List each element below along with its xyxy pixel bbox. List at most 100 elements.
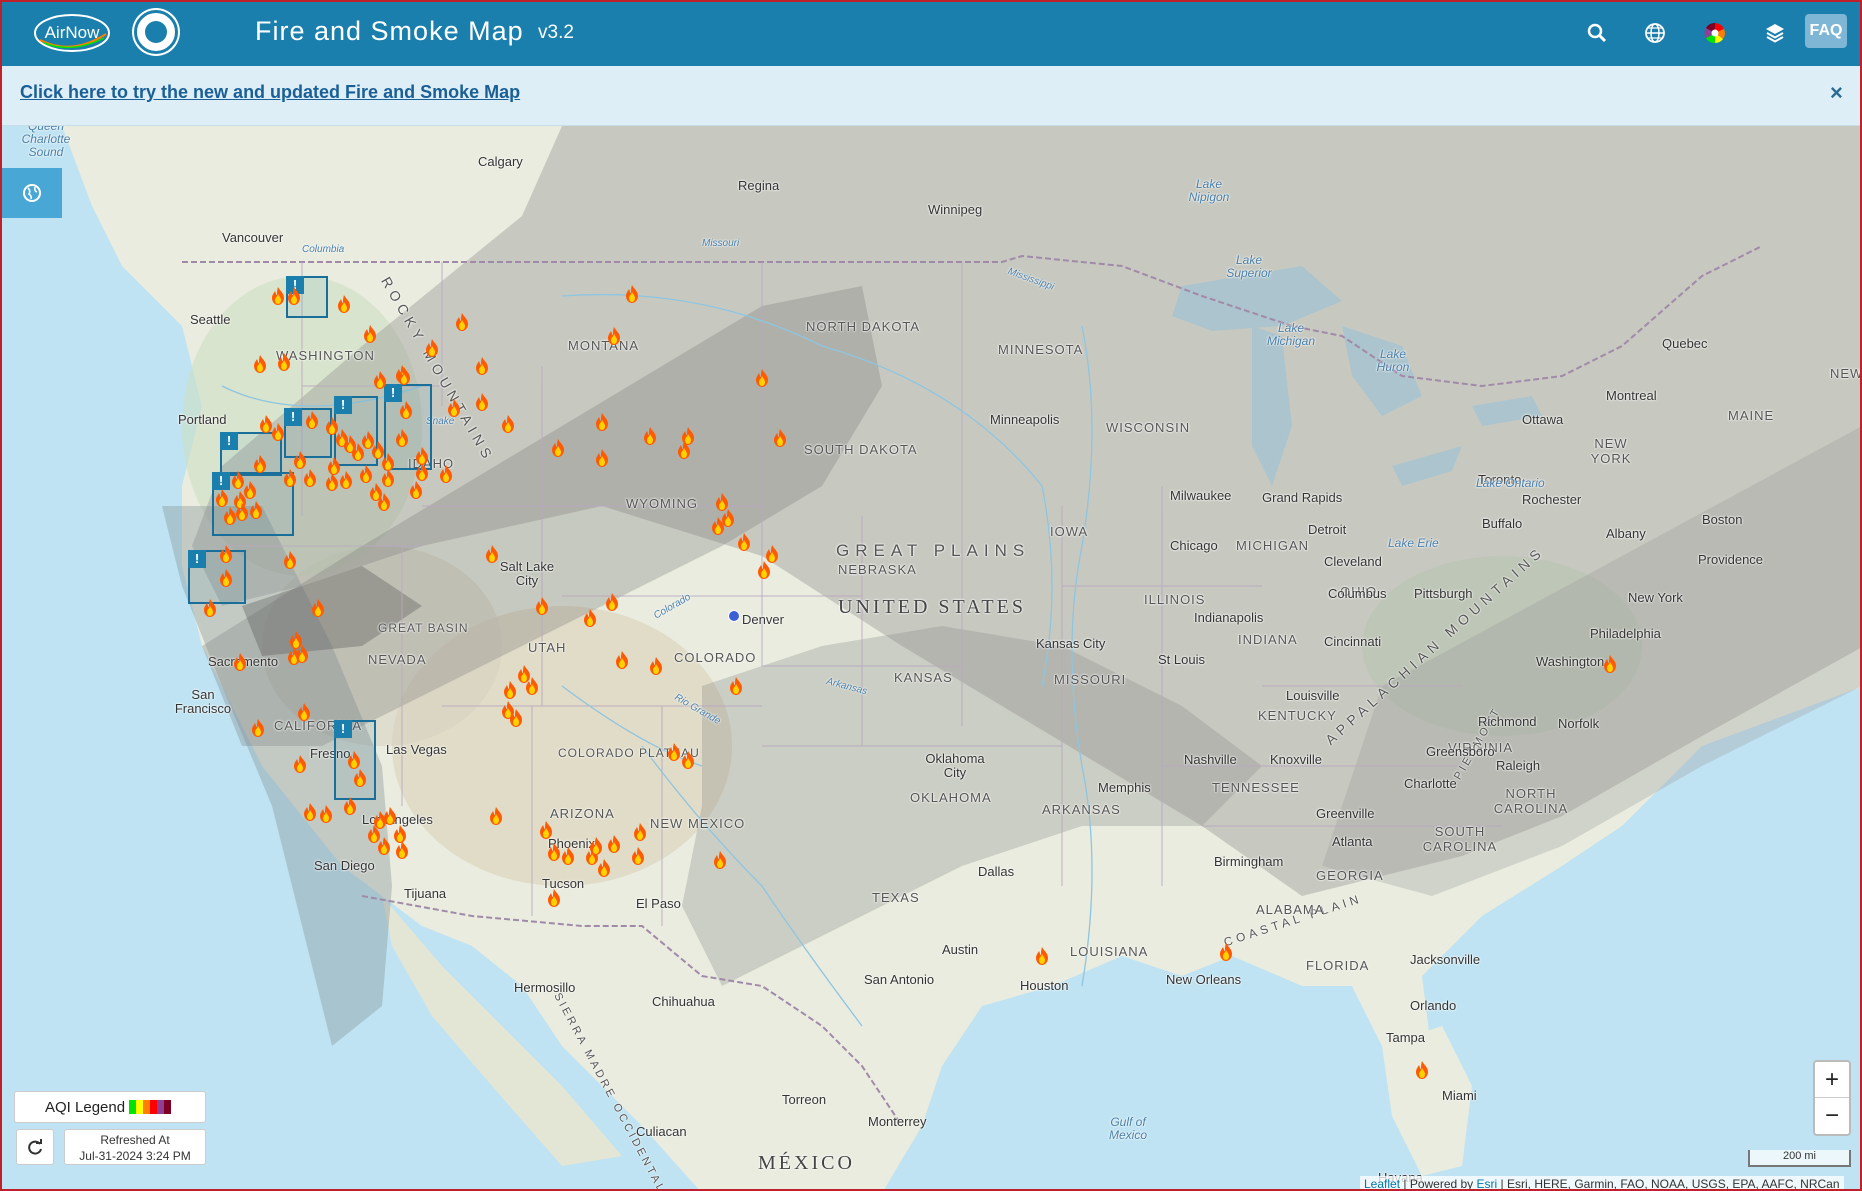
fire-icon[interactable]	[305, 411, 319, 429]
fire-icon[interactable]	[439, 465, 453, 483]
fire-icon[interactable]	[509, 709, 523, 727]
fire-icon[interactable]	[425, 339, 439, 357]
fire-icon[interactable]	[649, 657, 663, 675]
fire-icon[interactable]	[223, 507, 237, 525]
fire-icon[interactable]	[327, 457, 341, 475]
fire-icon[interactable]	[643, 427, 657, 445]
sensor-marker[interactable]	[728, 610, 740, 622]
aqi-legend-button[interactable]: AQI Legend	[14, 1091, 206, 1123]
airnow-logo[interactable]: AirNow	[32, 10, 112, 56]
fire-icon[interactable]	[395, 429, 409, 447]
fire-icon[interactable]	[455, 313, 469, 331]
fire-icon[interactable]	[303, 803, 317, 821]
fire-icon[interactable]	[501, 415, 515, 433]
fire-icon[interactable]	[293, 451, 307, 469]
fire-icon[interactable]	[233, 653, 247, 671]
fire-icon[interactable]	[1219, 943, 1233, 961]
fire-icon[interactable]	[589, 837, 603, 855]
fire-icon[interactable]	[667, 743, 681, 761]
fire-icon[interactable]	[607, 835, 621, 853]
fire-icon[interactable]	[283, 469, 297, 487]
fire-icon[interactable]	[283, 551, 297, 569]
fire-icon[interactable]	[235, 503, 249, 521]
fire-icon[interactable]	[539, 821, 553, 839]
fire-icon[interactable]	[293, 755, 307, 773]
fire-icon[interactable]	[1415, 1061, 1429, 1079]
fire-icon[interactable]	[489, 807, 503, 825]
zoom-in-button[interactable]: +	[1815, 1062, 1849, 1098]
fire-icon[interactable]	[409, 481, 423, 499]
fire-icon[interactable]	[535, 597, 549, 615]
fire-icon[interactable]	[353, 769, 367, 787]
fire-icon[interactable]	[773, 429, 787, 447]
layers-icon[interactable]	[1756, 14, 1794, 52]
fire-icon[interactable]	[595, 449, 609, 467]
fire-icon[interactable]	[475, 357, 489, 375]
fire-icon[interactable]	[547, 889, 561, 907]
fire-icon[interactable]	[373, 371, 387, 389]
fire-icon[interactable]	[319, 805, 333, 823]
fire-icon[interactable]	[737, 533, 751, 551]
fire-icon[interactable]	[607, 327, 621, 345]
fire-icon[interactable]	[243, 481, 257, 499]
fire-icon[interactable]	[597, 859, 611, 877]
fire-icon[interactable]	[295, 645, 309, 663]
fire-icon[interactable]	[633, 823, 647, 841]
fire-icon[interactable]	[551, 439, 565, 457]
fire-icon[interactable]	[251, 719, 265, 737]
fire-icon[interactable]	[277, 353, 291, 371]
fire-icon[interactable]	[631, 847, 645, 865]
new-map-link[interactable]: Click here to try the new and updated Fi…	[20, 82, 520, 103]
esri-link[interactable]: Esri	[1477, 1177, 1498, 1189]
fire-icon[interactable]	[605, 593, 619, 611]
fire-icon[interactable]	[681, 751, 695, 769]
fire-icon[interactable]	[547, 843, 561, 861]
fire-icon[interactable]	[485, 545, 499, 563]
fire-icon[interactable]	[311, 599, 325, 617]
search-icon[interactable]	[1578, 14, 1616, 52]
fire-icon[interactable]	[1035, 947, 1049, 965]
fire-icon[interactable]	[503, 681, 517, 699]
map-canvas[interactable]: UNITED STATES MÉXICO GREAT PLAINS GREAT …	[2, 126, 1860, 1189]
fire-icon[interactable]	[383, 807, 397, 825]
fire-icon[interactable]	[615, 651, 629, 669]
globe-icon[interactable]	[1636, 14, 1674, 52]
fire-icon[interactable]	[203, 599, 217, 617]
fire-icon[interactable]	[325, 473, 339, 491]
fire-icon[interactable]	[595, 413, 609, 431]
fire-icon[interactable]	[755, 369, 769, 387]
fire-icon[interactable]	[757, 561, 771, 579]
fire-icon[interactable]	[525, 677, 539, 695]
fire-icon[interactable]	[729, 677, 743, 695]
banner-close-button[interactable]: ×	[1830, 80, 1843, 106]
fire-icon[interactable]	[303, 469, 317, 487]
fire-icon[interactable]	[583, 609, 597, 627]
refresh-button[interactable]	[16, 1129, 54, 1165]
color-palette-icon[interactable]	[1696, 14, 1734, 52]
fire-icon[interactable]	[677, 441, 691, 459]
leaflet-link[interactable]: Leaflet	[1364, 1177, 1400, 1189]
zoom-out-button[interactable]: −	[1815, 1098, 1849, 1134]
fire-icon[interactable]	[397, 367, 411, 385]
fire-icon[interactable]	[249, 501, 263, 519]
fire-icon[interactable]	[337, 295, 351, 313]
fire-icon[interactable]	[713, 851, 727, 869]
fire-icon[interactable]	[271, 423, 285, 441]
fire-icon[interactable]	[363, 325, 377, 343]
fire-icon[interactable]	[253, 355, 267, 373]
fire-icon[interactable]	[215, 489, 229, 507]
fire-icon[interactable]	[287, 287, 301, 305]
fire-icon[interactable]	[297, 703, 311, 721]
fire-icon[interactable]	[253, 455, 267, 473]
fire-icon[interactable]	[377, 837, 391, 855]
fire-icon[interactable]	[415, 463, 429, 481]
fire-icon[interactable]	[711, 517, 725, 535]
faq-button[interactable]: FAQ	[1805, 14, 1847, 48]
fire-icon[interactable]	[475, 393, 489, 411]
fire-icon[interactable]	[381, 469, 395, 487]
fire-icon[interactable]	[219, 569, 233, 587]
fire-icon[interactable]	[343, 797, 357, 815]
fire-icon[interactable]	[1603, 655, 1617, 673]
fire-icon[interactable]	[377, 493, 391, 511]
fire-icon[interactable]	[271, 287, 285, 305]
